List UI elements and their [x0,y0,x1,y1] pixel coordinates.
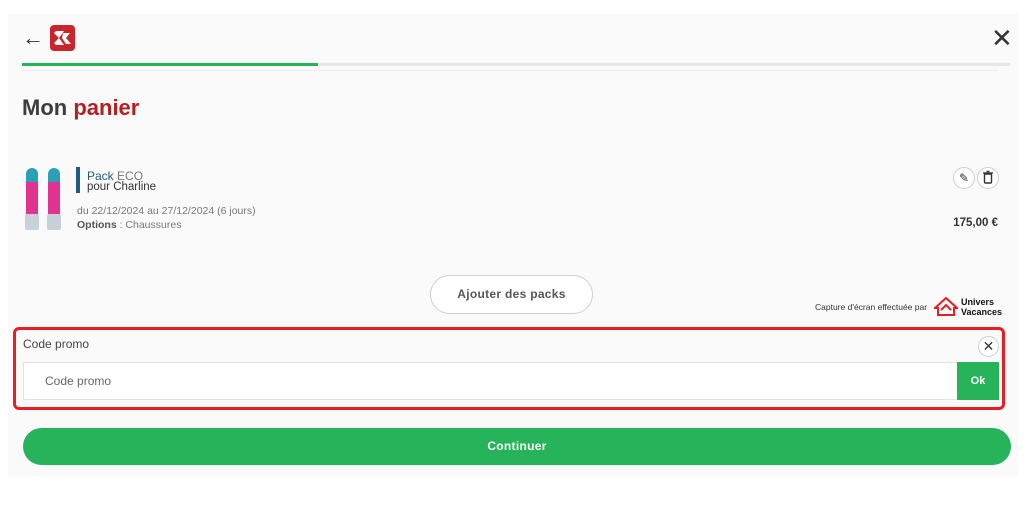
page-title-part2: panier [73,95,140,120]
options-text: Options : Chaussures [77,219,181,231]
univers-vacances-brand: Univers Vacances [961,297,1002,317]
trash-icon [983,170,993,184]
brand-line2: Vacances [961,307,1003,317]
promo-close-button[interactable]: ✕ [978,336,999,357]
back-arrow-icon[interactable]: ← [22,26,44,50]
brand-line1: Univers [961,297,995,307]
ski-binding [47,214,61,230]
edit-button[interactable]: ✎ [953,167,975,189]
product-thumbnail [24,168,66,232]
page-title: Mon panier [22,95,139,121]
pencil-icon: ✎ [958,171,970,185]
close-icon[interactable]: ✕ [991,25,1015,51]
pack-accent-bar [76,167,80,193]
divider [22,70,998,71]
item-price: 175,00 € [953,217,998,229]
brand-logo [50,25,75,51]
close-icon: ✕ [982,338,995,354]
add-packs-button[interactable]: Ajouter des packs [430,275,593,314]
progress-bar [22,63,318,66]
rental-dates: du 22/12/2024 au 27/12/2024 (6 jours) [77,205,256,217]
options-label: Options [77,219,117,231]
univers-vacances-logo-icon [934,296,958,316]
delete-button[interactable] [977,167,999,189]
ski-binding [25,214,39,230]
promo-label: Code promo [23,337,90,351]
promo-code-input[interactable] [23,362,957,400]
promo-ok-button[interactable]: Ok [957,362,999,400]
page-title-part1: Mon [22,95,68,120]
sk-logo-icon [54,31,71,45]
pack-recipient: pour Charline [87,181,157,193]
options-value: : Chaussures [116,219,182,231]
continue-button[interactable]: Continuer [23,428,1011,465]
capture-watermark-text: Capture d'écran effectuée par [815,302,928,312]
